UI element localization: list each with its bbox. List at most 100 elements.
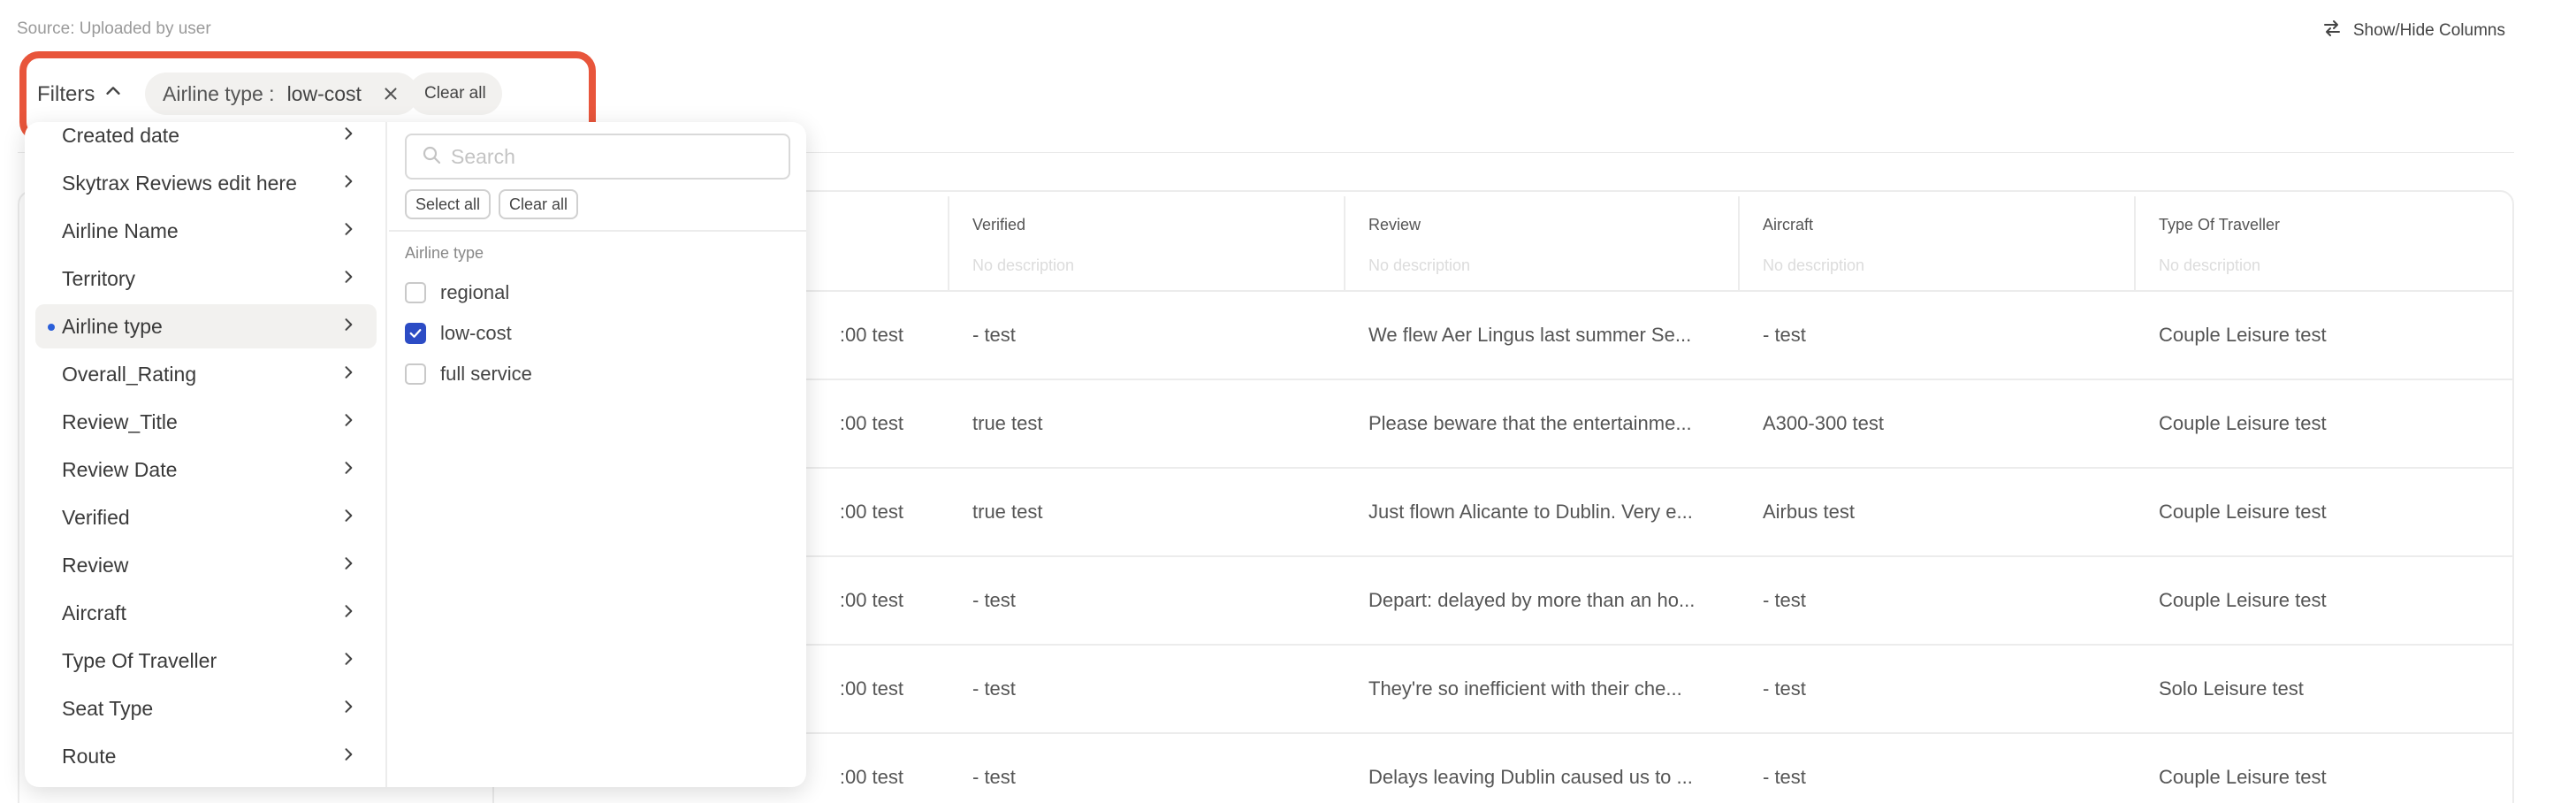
menu-item-seat-type[interactable]: Seat Type bbox=[35, 686, 377, 730]
menu-item-verified[interactable]: Verified bbox=[35, 495, 377, 539]
table-cell: Solo Leisure test bbox=[2159, 677, 2304, 700]
menu-item-review[interactable]: Review bbox=[35, 543, 377, 587]
table-cell: true test bbox=[972, 501, 1043, 523]
table-cell: Please beware that the entertainme... bbox=[1368, 412, 1692, 434]
source-label: Source: Uploaded by user bbox=[17, 19, 211, 38]
table-cell: We flew Aer Lingus last summer Se... bbox=[1368, 324, 1692, 346]
chevron-right-icon bbox=[339, 554, 357, 577]
table-cell: Couple Leisure test bbox=[2159, 766, 2327, 788]
column-description: No description bbox=[1763, 256, 1865, 274]
column-header-label: Aircraft bbox=[1763, 216, 1814, 233]
chevron-right-icon bbox=[339, 315, 357, 339]
menu-item-airline-type[interactable]: Airline type bbox=[35, 304, 377, 348]
menu-item-label: Territory bbox=[62, 266, 136, 290]
table-cell: Depart: delayed by more than an ho... bbox=[1368, 589, 1696, 611]
active-filter-chip: Airline type : low-cost bbox=[145, 73, 418, 115]
column-description: No description bbox=[2159, 256, 2261, 274]
show-hide-columns-label: Show/Hide Columns bbox=[2352, 21, 2505, 40]
table-cell: - test bbox=[1763, 766, 1806, 788]
clear-all-options-button[interactable]: Clear all bbox=[499, 189, 579, 219]
menu-item-review-title[interactable]: Review_Title bbox=[35, 400, 377, 444]
column-description: No description bbox=[1368, 256, 1471, 274]
select-all-button[interactable]: Select all bbox=[405, 189, 492, 219]
chip-value-label: low-cost bbox=[286, 81, 362, 105]
chevron-right-icon bbox=[339, 745, 357, 769]
menu-item-airline-name[interactable]: Airline Name bbox=[35, 209, 377, 253]
chevron-right-icon bbox=[339, 267, 357, 291]
menu-item-territory[interactable]: Territory bbox=[35, 256, 377, 301]
option-full-service[interactable]: full service bbox=[405, 363, 532, 386]
menu-item-route[interactable]: Route bbox=[35, 734, 377, 778]
table-cell: - test bbox=[1763, 677, 1806, 700]
swap-arrows-icon bbox=[2321, 18, 2343, 44]
column-header[interactable]: Type Of Traveller No description bbox=[2136, 196, 2512, 290]
filter-field-menu: Created date Skytrax Reviews edit here Air… bbox=[25, 122, 387, 787]
chevron-right-icon bbox=[339, 172, 357, 195]
column-header[interactable]: Review No description bbox=[1345, 196, 1740, 290]
column-description: No description bbox=[972, 256, 1075, 274]
table-cell: Couple Leisure test bbox=[2159, 324, 2327, 346]
filter-popover: Created date Skytrax Reviews edit here Air… bbox=[25, 122, 806, 787]
option-group-label: Airline type bbox=[405, 244, 484, 262]
table-cell: - test bbox=[1763, 589, 1806, 611]
chip-field-label: Airline type : bbox=[163, 81, 275, 105]
filter-options-panel: Select all Clear all Airline type region… bbox=[389, 122, 806, 787]
table-cell: - test bbox=[972, 589, 1016, 611]
option-checkbox[interactable] bbox=[405, 323, 426, 344]
column-header-label: Verified bbox=[972, 216, 1026, 233]
chevron-right-icon bbox=[339, 601, 357, 625]
table-cell: A300-300 test bbox=[1763, 412, 1884, 434]
menu-item-aircraft[interactable]: Aircraft bbox=[35, 591, 377, 635]
table-cell: They're so inefficient with their che... bbox=[1368, 677, 1682, 700]
menu-item-label: Review_Title bbox=[62, 409, 178, 433]
chevron-right-icon bbox=[339, 219, 357, 243]
chevron-right-icon bbox=[339, 458, 357, 482]
menu-item-label: Route bbox=[62, 744, 117, 768]
menu-item-label: Review Date bbox=[62, 457, 178, 481]
chevron-right-icon bbox=[339, 506, 357, 530]
menu-item-label: Created date bbox=[62, 123, 179, 147]
search-input[interactable] bbox=[451, 144, 769, 169]
menu-item-overall-rating[interactable]: Overall_Rating bbox=[35, 352, 377, 396]
chevron-right-icon bbox=[339, 649, 357, 673]
chevron-right-icon bbox=[339, 363, 357, 386]
menu-item-label: Verified bbox=[62, 505, 130, 529]
menu-item-label: Airline type bbox=[62, 314, 163, 338]
option-label: regional bbox=[440, 281, 510, 303]
column-header[interactable]: Aircraft No description bbox=[1740, 196, 2136, 290]
option-label: low-cost bbox=[440, 322, 512, 344]
menu-item-created-date[interactable]: Created date bbox=[35, 122, 377, 157]
table-cell: Airbus test bbox=[1763, 501, 1855, 523]
active-indicator-dot bbox=[48, 324, 55, 331]
panel-divider bbox=[389, 230, 806, 232]
menu-item-skytrax-reviews-edit-here[interactable]: Skytrax Reviews edit here bbox=[35, 161, 377, 205]
table-cell: - test bbox=[972, 324, 1016, 346]
filters-toggle-label: Filters bbox=[37, 81, 95, 106]
clear-all-filters-button[interactable]: Clear all bbox=[408, 73, 502, 115]
show-hide-columns-button[interactable]: Show/Hide Columns bbox=[2321, 18, 2505, 44]
option-regional[interactable]: regional bbox=[405, 281, 509, 304]
menu-item-review-date[interactable]: Review Date bbox=[35, 447, 377, 492]
table-cell: - test bbox=[972, 677, 1016, 700]
menu-item-label: Overall_Rating bbox=[62, 362, 197, 386]
chevron-right-icon bbox=[339, 410, 357, 434]
table-cell: Couple Leisure test bbox=[2159, 412, 2327, 434]
menu-item-label: Seat Type bbox=[62, 696, 154, 720]
option-label: full service bbox=[440, 363, 532, 385]
close-icon[interactable] bbox=[381, 84, 400, 103]
checkmark-icon bbox=[408, 325, 423, 341]
chevron-up-icon bbox=[103, 81, 123, 107]
table-cell: true test bbox=[972, 412, 1043, 434]
option-checkbox[interactable] bbox=[405, 282, 426, 303]
menu-item-type-of-traveller[interactable]: Type Of Traveller bbox=[35, 639, 377, 683]
option-checkbox[interactable] bbox=[405, 363, 426, 385]
option-low-cost[interactable]: low-cost bbox=[405, 322, 512, 345]
menu-item-label: Review bbox=[62, 553, 129, 577]
table-cell: Couple Leisure test bbox=[2159, 589, 2327, 611]
column-header-label: Review bbox=[1368, 216, 1421, 233]
menu-item-label: Skytrax Reviews edit here bbox=[62, 171, 297, 195]
search-box bbox=[405, 134, 790, 180]
column-header[interactable]: Verified No description bbox=[949, 196, 1345, 290]
filters-toggle-button[interactable]: Filters bbox=[37, 81, 123, 107]
chevron-right-icon bbox=[339, 697, 357, 721]
